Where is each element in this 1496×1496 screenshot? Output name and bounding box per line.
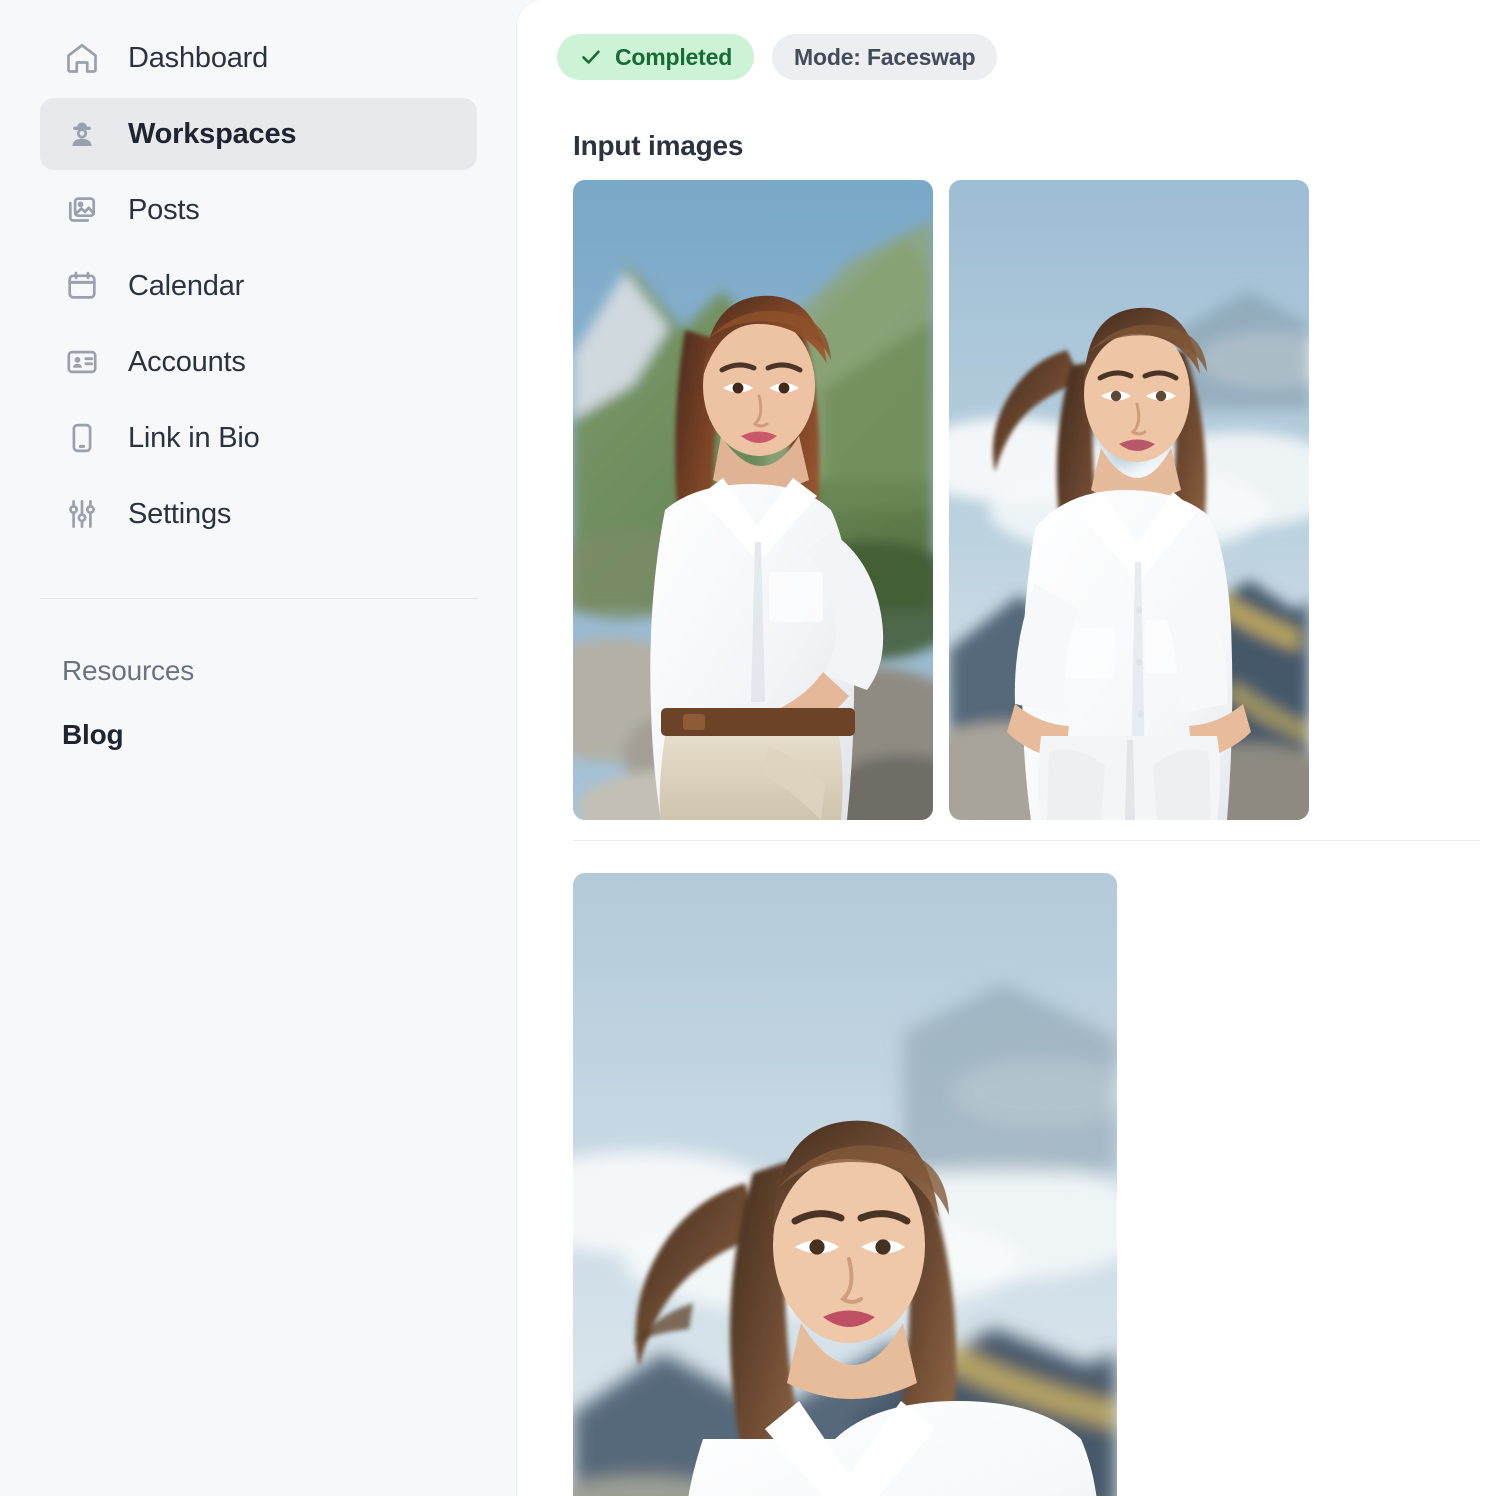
sidebar: Dashboard Workspaces Posts Calendar Acco… [0, 0, 517, 1496]
sliders-icon [62, 494, 102, 534]
sidebar-item-label: Workspaces [128, 117, 297, 150]
sidebar-item-accounts[interactable]: Accounts [40, 326, 477, 398]
input-images-title: Input images [573, 130, 744, 161]
faceswap-result-graphic [573, 873, 1117, 1496]
sidebar-item-label: Posts [128, 193, 200, 226]
sidebar-item-link-in-bio[interactable]: Link in Bio [40, 402, 477, 474]
sidebar-item-label: Calendar [128, 269, 245, 302]
target-portrait-sky-graphic [949, 180, 1309, 820]
input-image-1[interactable] [573, 180, 933, 820]
sidebar-item-resources[interactable]: Resources [40, 639, 477, 703]
main-panel: Completed Mode: Faceswap Input images [517, 0, 1496, 1496]
sidebar-item-label: Accounts [128, 345, 246, 378]
input-image-2[interactable] [949, 180, 1309, 820]
input-images-row [573, 180, 1496, 820]
sidebar-item-posts[interactable]: Posts [40, 174, 477, 246]
images-icon [62, 190, 102, 230]
sidebar-item-label: Settings [128, 497, 232, 530]
sidebar-secondary-list: Resources Blog [40, 599, 477, 767]
sidebar-item-dashboard[interactable]: Dashboard [40, 22, 477, 94]
sidebar-item-workspaces[interactable]: Workspaces [40, 98, 477, 170]
home-icon [62, 38, 102, 78]
source-portrait-mountain-graphic [573, 180, 933, 820]
output-image[interactable] [573, 873, 1117, 1496]
sidebar-secondary-label: Resources [62, 655, 195, 686]
primary-nav: Dashboard Workspaces Posts Calendar Acco… [40, 22, 477, 550]
sidebar-item-blog[interactable]: Blog [40, 703, 477, 767]
id-card-icon [62, 342, 102, 382]
check-icon [582, 50, 600, 64]
app-root: Dashboard Workspaces Posts Calendar Acco… [0, 0, 1496, 1496]
status-row: Completed Mode: Faceswap [557, 34, 1496, 80]
sidebar-item-settings[interactable]: Settings [40, 478, 477, 550]
output-section [573, 873, 1496, 1496]
sidebar-item-label: Dashboard [128, 41, 269, 74]
worker-icon [62, 114, 102, 154]
calendar-icon [62, 266, 102, 306]
status-badge-label: Completed [615, 43, 733, 70]
sidebar-item-label: Link in Bio [128, 421, 260, 454]
status-badge: Completed [557, 34, 755, 80]
sidebar-item-calendar[interactable]: Calendar [40, 250, 477, 322]
sidebar-secondary-label: Blog [62, 719, 124, 750]
sidebar-nav-list: Dashboard Workspaces Posts Calendar Acco… [40, 22, 477, 550]
mode-badge: Mode: Faceswap [772, 34, 998, 80]
phone-icon [62, 418, 102, 458]
section-divider [573, 840, 1480, 841]
mode-badge-label: Mode: Faceswap [794, 43, 976, 70]
